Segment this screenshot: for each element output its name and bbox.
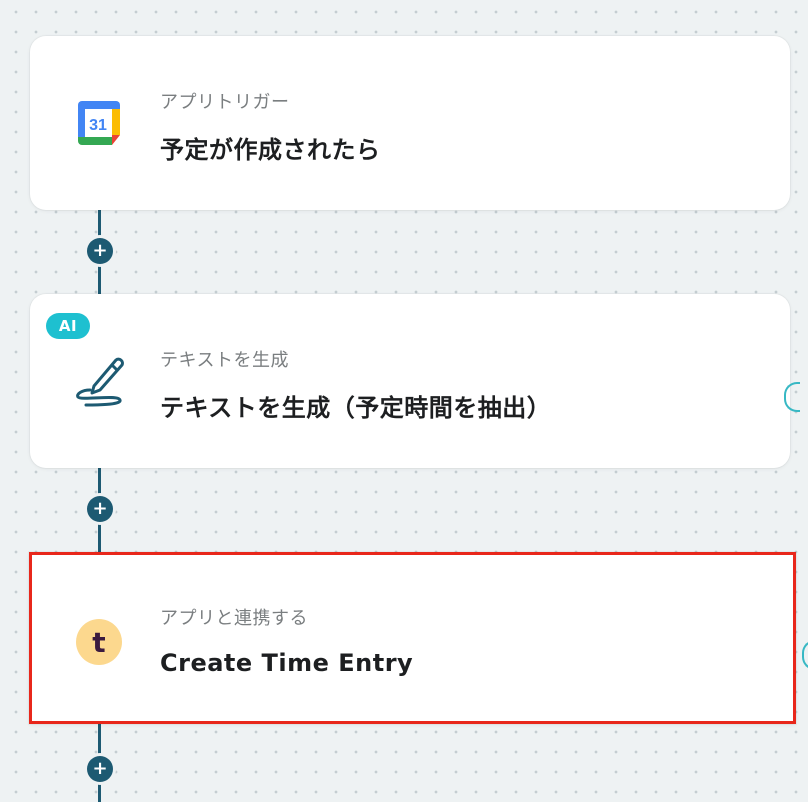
pen-icon xyxy=(76,352,128,412)
step-title: 予定が作成されたら xyxy=(160,136,381,164)
toggl-icon: t xyxy=(76,619,122,665)
step-subtitle: アプリと連携する xyxy=(160,608,308,629)
add-step-button[interactable]: + xyxy=(87,238,113,264)
step-title: Create Time Entry xyxy=(160,649,414,677)
svg-text:31: 31 xyxy=(89,117,107,134)
ai-badge: AI xyxy=(46,313,90,339)
add-step-button[interactable]: + xyxy=(87,496,113,522)
step-card-create-time-entry[interactable]: t アプリと連携する Create Time Entry xyxy=(29,552,796,724)
step-card-generate-text[interactable]: テキストを生成 テキストを生成（予定時間を抽出） xyxy=(30,294,800,468)
branch-handle[interactable] xyxy=(802,640,808,670)
step-subtitle: アプリトリガー xyxy=(160,92,290,113)
step-card-trigger[interactable]: 31 アプリトリガー 予定が作成されたら xyxy=(30,36,790,210)
step-title: テキストを生成（予定時間を抽出） xyxy=(160,394,552,422)
step-subtitle: テキストを生成 xyxy=(160,350,289,371)
branch-handle[interactable] xyxy=(784,382,800,412)
add-step-button[interactable]: + xyxy=(87,756,113,782)
google-calendar-icon: 31 xyxy=(76,99,122,151)
